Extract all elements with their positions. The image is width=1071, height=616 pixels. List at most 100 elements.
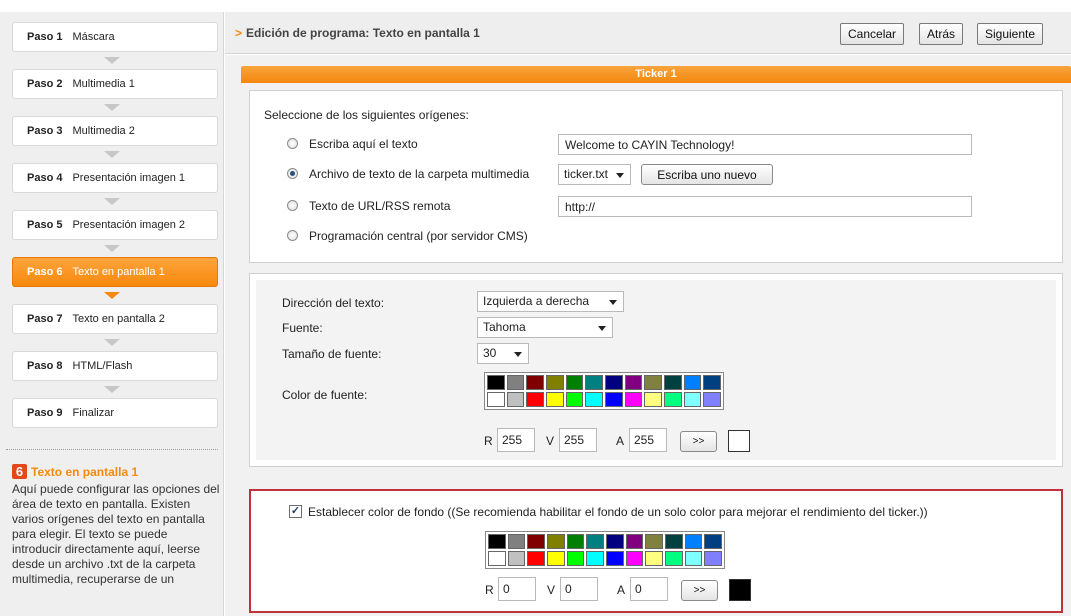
color-swatch[interactable]: [507, 534, 526, 549]
bg-apply-button[interactable]: >>: [681, 580, 718, 601]
font-select-value: Tahoma: [483, 320, 526, 334]
color-swatch[interactable]: [545, 392, 564, 407]
radio-file[interactable]: [287, 168, 298, 179]
color-swatch[interactable]: [703, 392, 721, 407]
size-select[interactable]: 30: [477, 343, 529, 364]
font-g-input[interactable]: 255: [559, 428, 597, 452]
color-swatch[interactable]: [586, 551, 604, 566]
step-6-active[interactable]: Paso 6 Texto en pantalla 1: [12, 257, 218, 287]
color-swatch[interactable]: [585, 375, 603, 390]
color-swatch[interactable]: [663, 392, 682, 407]
radio-url-label: Texto de URL/RSS remota: [309, 199, 451, 213]
color-swatch[interactable]: [644, 375, 662, 390]
color-swatch[interactable]: [605, 551, 624, 566]
color-swatch[interactable]: [683, 375, 702, 390]
color-swatch[interactable]: [586, 534, 604, 549]
color-swatch[interactable]: [684, 534, 703, 549]
color-swatch[interactable]: [527, 551, 545, 566]
color-swatch[interactable]: [585, 392, 603, 407]
step-number: Paso 3: [27, 125, 63, 137]
ticker-tab[interactable]: Ticker 1: [241, 66, 1071, 83]
font-select[interactable]: Tahoma: [477, 317, 613, 338]
url-input[interactable]: [558, 196, 972, 217]
step-1[interactable]: Paso 1 Máscara: [12, 22, 218, 52]
color-swatch[interactable]: [546, 534, 565, 549]
color-swatch[interactable]: [684, 551, 703, 566]
color-swatch[interactable]: [624, 392, 643, 407]
color-swatch[interactable]: [506, 392, 525, 407]
direction-select[interactable]: Izquierda a derecha: [477, 291, 624, 312]
file-select[interactable]: ticker.txt: [558, 164, 631, 185]
color-swatch[interactable]: [565, 392, 584, 407]
font-b-input[interactable]: 255: [629, 428, 667, 452]
color-swatch[interactable]: [545, 375, 564, 390]
color-swatch[interactable]: [703, 375, 721, 390]
color-swatch[interactable]: [526, 392, 544, 407]
font-apply-button[interactable]: >>: [680, 431, 717, 452]
color-swatch[interactable]: [487, 392, 505, 407]
step-7[interactable]: Paso 7 Texto en pantalla 2: [12, 304, 218, 334]
step-5[interactable]: Paso 5 Presentación imagen 2: [12, 210, 218, 240]
color-swatch[interactable]: [526, 375, 544, 390]
write-new-button[interactable]: Escriba uno nuevo: [641, 164, 773, 185]
font-color-preview: [728, 430, 750, 452]
color-swatch[interactable]: [645, 551, 663, 566]
color-swatch[interactable]: [663, 375, 682, 390]
color-swatch[interactable]: [604, 375, 623, 390]
step-3[interactable]: Paso 3 Multimedia 2: [12, 116, 218, 146]
color-swatch[interactable]: [487, 375, 505, 390]
color-swatch[interactable]: [605, 534, 624, 549]
step-number: Paso 1: [27, 31, 63, 43]
help-title-text: Texto en pantalla 1: [31, 464, 139, 479]
bg-b-input[interactable]: 0: [630, 577, 668, 601]
step-number: Paso 5: [27, 219, 63, 231]
color-swatch[interactable]: [644, 392, 662, 407]
bg-g-input[interactable]: 0: [560, 577, 598, 601]
step-label: Presentación imagen 1: [72, 172, 185, 184]
color-swatch[interactable]: [704, 534, 722, 549]
color-swatch[interactable]: [645, 534, 663, 549]
color-swatch[interactable]: [625, 534, 644, 549]
cancel-button[interactable]: Cancelar: [840, 23, 905, 45]
text-input[interactable]: [558, 134, 972, 155]
step-8[interactable]: Paso 8 HTML/Flash: [12, 351, 218, 381]
color-swatch[interactable]: [527, 534, 545, 549]
step-4[interactable]: Paso 4 Presentación imagen 1: [12, 163, 218, 193]
next-button[interactable]: Siguiente: [977, 23, 1044, 45]
size-label: Tamaño de fuente:: [282, 347, 382, 361]
bg-r-input[interactable]: 0: [498, 577, 536, 601]
color-swatch[interactable]: [506, 375, 525, 390]
radio-text[interactable]: [287, 138, 298, 149]
radio-cms[interactable]: [287, 230, 298, 241]
r-label: R: [484, 434, 493, 448]
color-swatch[interactable]: [625, 551, 644, 566]
background-panel: ✓ Establecer color de fondo ((Se recomie…: [249, 489, 1063, 613]
step-2[interactable]: Paso 2 Multimedia 1: [12, 69, 218, 99]
color-swatch[interactable]: [488, 534, 506, 549]
background-color-palette[interactable]: [485, 531, 725, 569]
color-swatch[interactable]: [566, 534, 585, 549]
color-swatch[interactable]: [704, 551, 722, 566]
step-9[interactable]: Paso 9 Finalizar: [12, 398, 218, 428]
color-swatch[interactable]: [565, 375, 584, 390]
step-label: Presentación imagen 2: [72, 219, 185, 231]
back-button[interactable]: Atrás: [919, 23, 964, 45]
font-color-palette[interactable]: [484, 372, 724, 410]
color-swatch[interactable]: [546, 551, 565, 566]
background-label: Establecer color de fondo ((Se recomiend…: [308, 505, 928, 519]
color-swatch[interactable]: [604, 392, 623, 407]
color-swatch[interactable]: [624, 375, 643, 390]
color-swatch[interactable]: [664, 534, 683, 549]
step-arrow-icon: [104, 151, 120, 158]
color-swatch[interactable]: [488, 551, 506, 566]
font-r-input[interactable]: 255: [497, 428, 535, 452]
main-content: Ticker 1 Seleccione de los siguientes or…: [225, 55, 1071, 616]
color-swatch[interactable]: [507, 551, 526, 566]
radio-cms-label: Programación central (por servidor CMS): [309, 229, 528, 243]
color-swatch[interactable]: [664, 551, 683, 566]
radio-url[interactable]: [287, 200, 298, 211]
color-swatch[interactable]: [683, 392, 702, 407]
background-checkbox[interactable]: ✓: [289, 505, 302, 518]
chevron-down-icon: [514, 352, 522, 357]
color-swatch[interactable]: [566, 551, 585, 566]
